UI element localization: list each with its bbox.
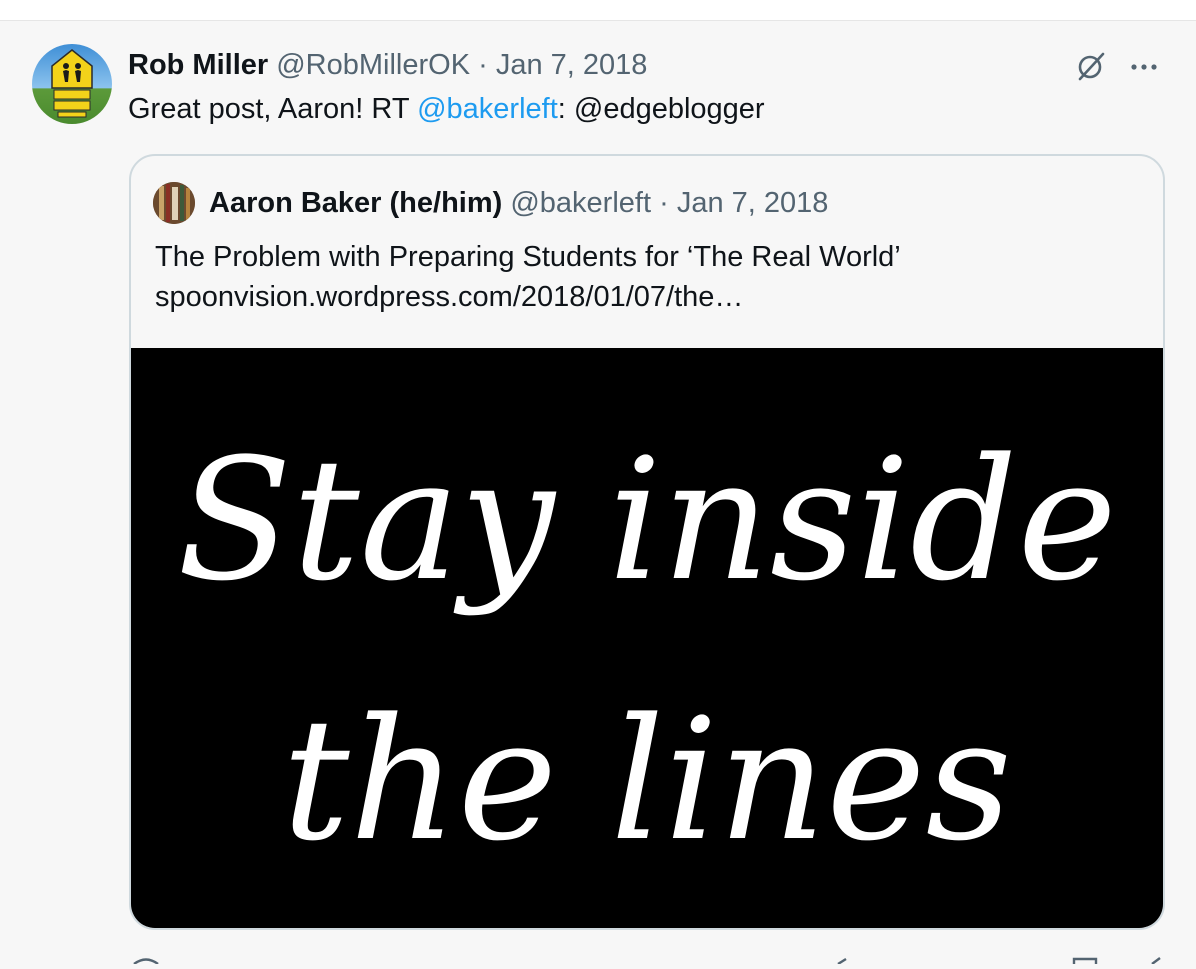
- quoted-author-handle[interactable]: @bakerleft: [510, 187, 651, 219]
- quoted-link-text[interactable]: spoonvision.wordpress.com/2018/01/07/the…: [155, 277, 901, 317]
- tweet-text-before: Great post, Aaron! RT: [128, 93, 418, 125]
- tweet-header: Rob Miller @RobMillerOK · Jan 7, 2018: [128, 47, 647, 83]
- avatar[interactable]: [32, 44, 112, 124]
- tweet-text-after: : @edgeblogger: [557, 93, 765, 125]
- author-handle[interactable]: @RobMillerOK: [276, 49, 470, 81]
- quoted-author-name[interactable]: Aaron Baker (he/him): [209, 187, 502, 219]
- quoted-text-line-1: The Problem with Preparing Students for …: [155, 241, 901, 273]
- separator-dot: ·: [478, 49, 488, 81]
- action-bar-partial: [0, 951, 1196, 966]
- more-dots-icon[interactable]: [1126, 49, 1162, 83]
- grok-slash-icon[interactable]: [1074, 49, 1108, 83]
- image-text-line-2: the lines: [282, 682, 1012, 878]
- quoted-avatar[interactable]: [153, 182, 195, 224]
- tweet-text: Great post, Aaron! RT @bakerleft: @edgeb…: [128, 91, 765, 127]
- top-divider: [0, 0, 1196, 21]
- author-name[interactable]: Rob Miller: [128, 49, 268, 81]
- mention-link[interactable]: @bakerleft: [417, 93, 558, 125]
- quoted-date[interactable]: Jan 7, 2018: [677, 187, 829, 219]
- quoted-tweet[interactable]: Aaron Baker (he/him) @bakerleft · Jan 7,…: [129, 154, 1165, 930]
- quoted-separator-dot: ·: [659, 187, 669, 219]
- share-icon: [1151, 957, 1161, 965]
- tweet[interactable]: Rob Miller @RobMillerOK · Jan 7, 2018 Gr…: [0, 21, 1196, 966]
- tweet-date[interactable]: Jan 7, 2018: [496, 49, 648, 81]
- quoted-text: The Problem with Preparing Students for …: [155, 237, 901, 317]
- reply-icon: [133, 958, 159, 965]
- image-text-line-1: Stay inside: [177, 422, 1117, 618]
- quoted-image[interactable]: Stay inside the lines: [131, 348, 1163, 928]
- quoted-header: Aaron Baker (he/him) @bakerleft · Jan 7,…: [209, 185, 828, 221]
